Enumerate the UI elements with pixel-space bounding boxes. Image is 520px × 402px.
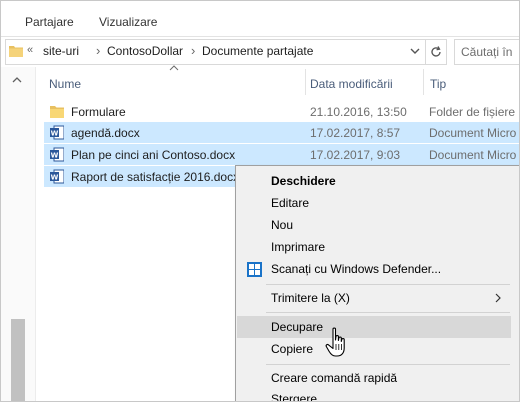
menu-item-send-to[interactable]: Trimitere la (X) (237, 287, 511, 309)
file-date: 17.02.2017, 8:57 (310, 126, 401, 140)
menu-item-print[interactable]: Imprimare (237, 236, 511, 258)
menu-item-label: Copiere (271, 342, 314, 356)
file-date: 21.10.2016, 13:50 (310, 105, 407, 119)
file-row-formulare[interactable]: Formulare 21.10.2016, 13:50 Folder de fi… (44, 101, 519, 122)
chevron-down-icon[interactable] (408, 44, 422, 58)
breadcrumb-separator[interactable]: › (96, 43, 100, 58)
menu-item-cut[interactable]: Decupare (237, 316, 511, 338)
word-doc-icon: W (50, 169, 64, 184)
menu-item-label: Creare comandă rapidă (271, 371, 398, 385)
file-row-plan[interactable]: W Plan pe cinci ani Contoso.docx 17.02.2… (44, 144, 519, 165)
scrollbar-thumb[interactable] (11, 319, 25, 401)
breadcrumb-shared-documents[interactable]: Documente partajate (202, 44, 313, 58)
menu-item-copy[interactable]: Copiere (237, 338, 511, 360)
file-name: Formulare (71, 105, 126, 119)
breadcrumb-separator[interactable]: › (191, 43, 195, 58)
file-name: Plan pe cinci ani Contoso.docx (71, 148, 236, 162)
menu-item-label: Trimitere la (X) (271, 291, 350, 305)
menu-item-label: Decupare (271, 320, 324, 334)
tab-view[interactable]: Vizualizare (99, 15, 157, 29)
svg-text:W: W (51, 130, 59, 138)
scroll-up-icon[interactable] (12, 76, 22, 84)
file-explorer-window: Partajare Vizualizare « site-uri › Conto… (0, 0, 520, 402)
menu-item-edit[interactable]: Editare (237, 192, 511, 214)
column-divider[interactable] (305, 69, 306, 95)
svg-text:W: W (51, 152, 59, 160)
search-input[interactable]: Căutați în (454, 39, 519, 65)
file-date: 17.02.2017, 9:03 (310, 148, 401, 162)
file-row-agenda[interactable]: W agendă.docx 17.02.2017, 8:57 Document … (44, 122, 519, 143)
search-placeholder: Căutați în (461, 45, 513, 59)
menu-item-open[interactable]: Deschidere (237, 170, 511, 192)
menu-item-label: Deschidere (271, 174, 336, 188)
menu-separator (266, 312, 510, 313)
breadcrumb-overflow[interactable]: « (27, 44, 33, 56)
file-type: Document Micro (429, 148, 517, 162)
folder-icon (50, 106, 64, 118)
context-menu: Deschidere Editare Nou Imprimare Scanați… (235, 165, 519, 402)
hand-cursor-icon (325, 327, 345, 357)
address-bar[interactable]: « site-uri › ContosoDollar › Documente p… (5, 39, 447, 65)
menu-separator (266, 284, 510, 285)
menu-item-new[interactable]: Nou (237, 214, 511, 236)
sort-ascending-icon (169, 65, 179, 71)
refresh-button[interactable] (425, 40, 446, 64)
column-divider[interactable] (423, 69, 424, 95)
menu-item-create-shortcut[interactable]: Creare comandă rapidă (237, 367, 511, 389)
menu-item-label: Scanați cu Windows Defender... (271, 262, 442, 276)
file-type: Document Micro (429, 126, 517, 140)
refresh-icon (431, 46, 441, 57)
menu-item-label: Editare (271, 196, 310, 210)
windows-defender-icon (247, 262, 262, 277)
tab-share[interactable]: Partajare (25, 15, 74, 29)
file-name: Raport de satisfacție 2016.docx (71, 170, 240, 184)
file-type: Folder de fișiere (429, 105, 516, 119)
word-doc-icon: W (50, 125, 64, 140)
menu-item-scan-defender[interactable]: Scanați cu Windows Defender... (237, 258, 511, 280)
menu-separator (266, 364, 510, 365)
word-doc-icon: W (50, 147, 64, 162)
folder-icon (9, 46, 23, 57)
breadcrumb-contosodollar[interactable]: ContosoDollar (107, 44, 183, 58)
column-header-date[interactable]: Data modificării (310, 77, 393, 91)
file-name: agendă.docx (71, 126, 140, 140)
menu-item-label: Ștergere (271, 392, 318, 402)
svg-text:W: W (51, 174, 59, 182)
menu-item-label: Imprimare (271, 240, 326, 254)
menu-item-label: Nou (271, 218, 294, 232)
menu-item-delete[interactable]: Ștergere (237, 388, 511, 402)
ribbon: Partajare Vizualizare (1, 1, 519, 37)
chevron-right-icon (495, 293, 501, 303)
column-header-type[interactable]: Tip (430, 77, 446, 91)
breadcrumb-site-uri[interactable]: site-uri (43, 44, 79, 58)
column-header-name[interactable]: Nume (49, 77, 81, 91)
